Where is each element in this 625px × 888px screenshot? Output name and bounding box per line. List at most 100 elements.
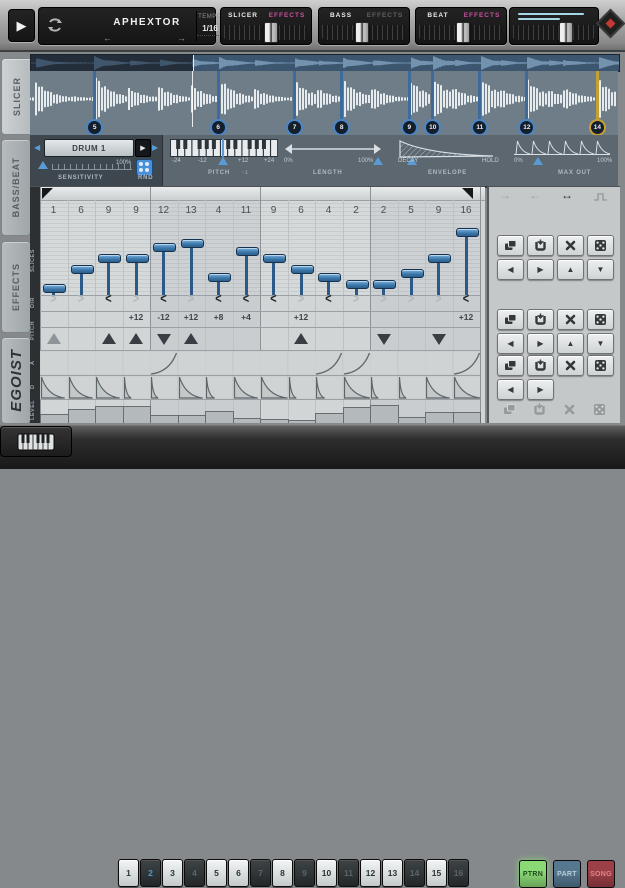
direction-toggle[interactable]: < xyxy=(453,292,480,313)
play-mode-pattern-icon[interactable] xyxy=(593,191,609,203)
attack-cell[interactable] xyxy=(425,351,453,375)
pattern-step-11[interactable]: 11 xyxy=(338,859,359,887)
slice-fader-handle[interactable] xyxy=(71,265,94,274)
slice-marker-badge[interactable]: 14 xyxy=(589,119,606,136)
attack-cell[interactable] xyxy=(453,351,481,375)
waveform-display[interactable]: 5678910111214 xyxy=(30,71,618,137)
preset-next-arrow[interactable]: → xyxy=(177,33,186,43)
attack-cell[interactable] xyxy=(233,351,261,375)
clear-icon[interactable] xyxy=(563,403,576,416)
level-step-cell[interactable] xyxy=(315,413,344,423)
level-step-cell[interactable] xyxy=(178,415,207,423)
tab-bass[interactable]: BASS xyxy=(319,12,363,19)
slice-fader-handle[interactable] xyxy=(291,265,314,274)
shift-left-button[interactable]: ◀ xyxy=(497,333,524,354)
pattern-step-7[interactable]: 7 xyxy=(250,859,271,887)
level-step-cell[interactable] xyxy=(370,405,399,423)
pitch-value-cell[interactable]: +4 xyxy=(233,312,260,322)
level-step-cell[interactable] xyxy=(150,415,179,423)
direction-toggle[interactable]: > xyxy=(370,292,397,313)
clear-button[interactable] xyxy=(557,355,584,376)
overview-selection[interactable] xyxy=(193,55,620,71)
decay-cell[interactable] xyxy=(40,376,68,399)
master-slider-track[interactable] xyxy=(513,25,594,40)
level-step-cell[interactable] xyxy=(123,406,152,424)
pattern-step-12[interactable]: 12 xyxy=(360,859,381,887)
decay-cell[interactable] xyxy=(288,376,316,399)
direction-toggle[interactable]: > xyxy=(178,292,205,313)
pitch-value-cell[interactable]: +12 xyxy=(123,312,150,322)
maxout-handle[interactable] xyxy=(533,157,543,165)
copy-button[interactable] xyxy=(497,235,524,256)
slice-marker-line[interactable] xyxy=(431,71,434,121)
attack-cell[interactable] xyxy=(178,351,206,375)
pitch-direction-triangle[interactable] xyxy=(294,333,308,344)
clear-button[interactable] xyxy=(557,309,584,330)
step-sequencer-grid[interactable]: SLICESDIRPITCHADLEVEL1>6>9<9>+1212<-1213… xyxy=(30,186,485,423)
slice-marker-badge[interactable]: 5 xyxy=(86,119,103,136)
direction-toggle[interactable]: > xyxy=(40,292,67,313)
play-button[interactable]: ▶ xyxy=(8,9,35,42)
keyboard-toggle-button[interactable] xyxy=(0,426,72,457)
pitch-direction-triangle[interactable] xyxy=(184,333,198,344)
length-range-graphic[interactable] xyxy=(284,143,382,155)
slice-marker-line[interactable] xyxy=(293,71,296,121)
crossfader-handle[interactable] xyxy=(264,22,278,43)
slice-marker-badge[interactable]: 6 xyxy=(210,119,227,136)
slice-marker-line[interactable] xyxy=(525,71,528,121)
level-step-cell[interactable] xyxy=(205,411,234,423)
sidebar-tab-slicer[interactable]: SLICER xyxy=(1,58,32,135)
tab-effects[interactable]: EFFECTS xyxy=(460,12,504,19)
slice-fader-handle[interactable] xyxy=(373,280,396,289)
level-step-cell[interactable] xyxy=(95,406,124,424)
pitch-handle[interactable] xyxy=(218,157,228,165)
direction-toggle[interactable]: < xyxy=(150,292,177,313)
random-button[interactable] xyxy=(587,309,614,330)
tab-effects[interactable]: EFFECTS xyxy=(363,12,407,19)
direction-toggle[interactable]: < xyxy=(205,292,232,313)
random-button[interactable] xyxy=(587,235,614,256)
tab-slicer[interactable]: SLICER xyxy=(221,12,265,19)
pattern-step-16[interactable]: 16 xyxy=(448,859,469,887)
copy-button[interactable] xyxy=(497,309,524,330)
paste-button[interactable] xyxy=(527,235,554,256)
sample-overview-strip[interactable] xyxy=(30,54,620,72)
loop-end-marker[interactable] xyxy=(462,188,473,199)
slice-fader-handle[interactable] xyxy=(181,239,204,248)
direction-toggle[interactable]: < xyxy=(315,292,342,313)
preset-name[interactable]: APHEXTOR xyxy=(99,17,195,28)
level-step-cell[interactable] xyxy=(40,414,69,423)
decay-cell[interactable] xyxy=(260,376,288,399)
slice-marker-badge[interactable]: 7 xyxy=(286,119,303,136)
direction-toggle[interactable]: < xyxy=(233,292,260,313)
shift-up-button[interactable]: ▲ xyxy=(557,259,584,280)
random-button[interactable] xyxy=(587,355,614,376)
pitch-value-cell[interactable]: -12 xyxy=(150,312,177,322)
direction-toggle[interactable]: > xyxy=(68,292,95,313)
decay-cell[interactable] xyxy=(398,376,426,399)
shift-up-button[interactable]: ▲ xyxy=(557,333,584,354)
level-step-cell[interactable] xyxy=(233,418,262,423)
slice-marker-line[interactable] xyxy=(340,71,343,121)
mode-song-button[interactable]: SONG xyxy=(587,860,615,888)
decay-cell[interactable] xyxy=(68,376,96,399)
envelope-curve-graphic[interactable] xyxy=(397,139,497,159)
pitch-keyboard[interactable] xyxy=(170,139,278,157)
shift-left-button[interactable]: ◀ xyxy=(497,259,524,280)
slice-marker-badge[interactable]: 10 xyxy=(424,119,441,136)
paste-button[interactable] xyxy=(527,309,554,330)
level-step-cell[interactable] xyxy=(68,409,97,423)
attack-cell[interactable] xyxy=(398,351,426,375)
pattern-step-1[interactable]: 1 xyxy=(118,859,139,887)
slice-fader-handle[interactable] xyxy=(208,273,231,282)
attack-cell[interactable] xyxy=(123,351,151,375)
slice-fader-handle[interactable] xyxy=(318,273,341,282)
preset-prev-arrow[interactable]: ← xyxy=(103,33,112,43)
slice-fader-handle[interactable] xyxy=(346,280,369,289)
pattern-step-5[interactable]: 5 xyxy=(206,859,227,887)
copy-button[interactable] xyxy=(497,355,524,376)
direction-toggle[interactable]: > xyxy=(288,292,315,313)
slice-fader-handle[interactable] xyxy=(98,254,121,263)
pattern-step-10[interactable]: 10 xyxy=(316,859,337,887)
sensitivity-handle[interactable] xyxy=(38,161,48,169)
